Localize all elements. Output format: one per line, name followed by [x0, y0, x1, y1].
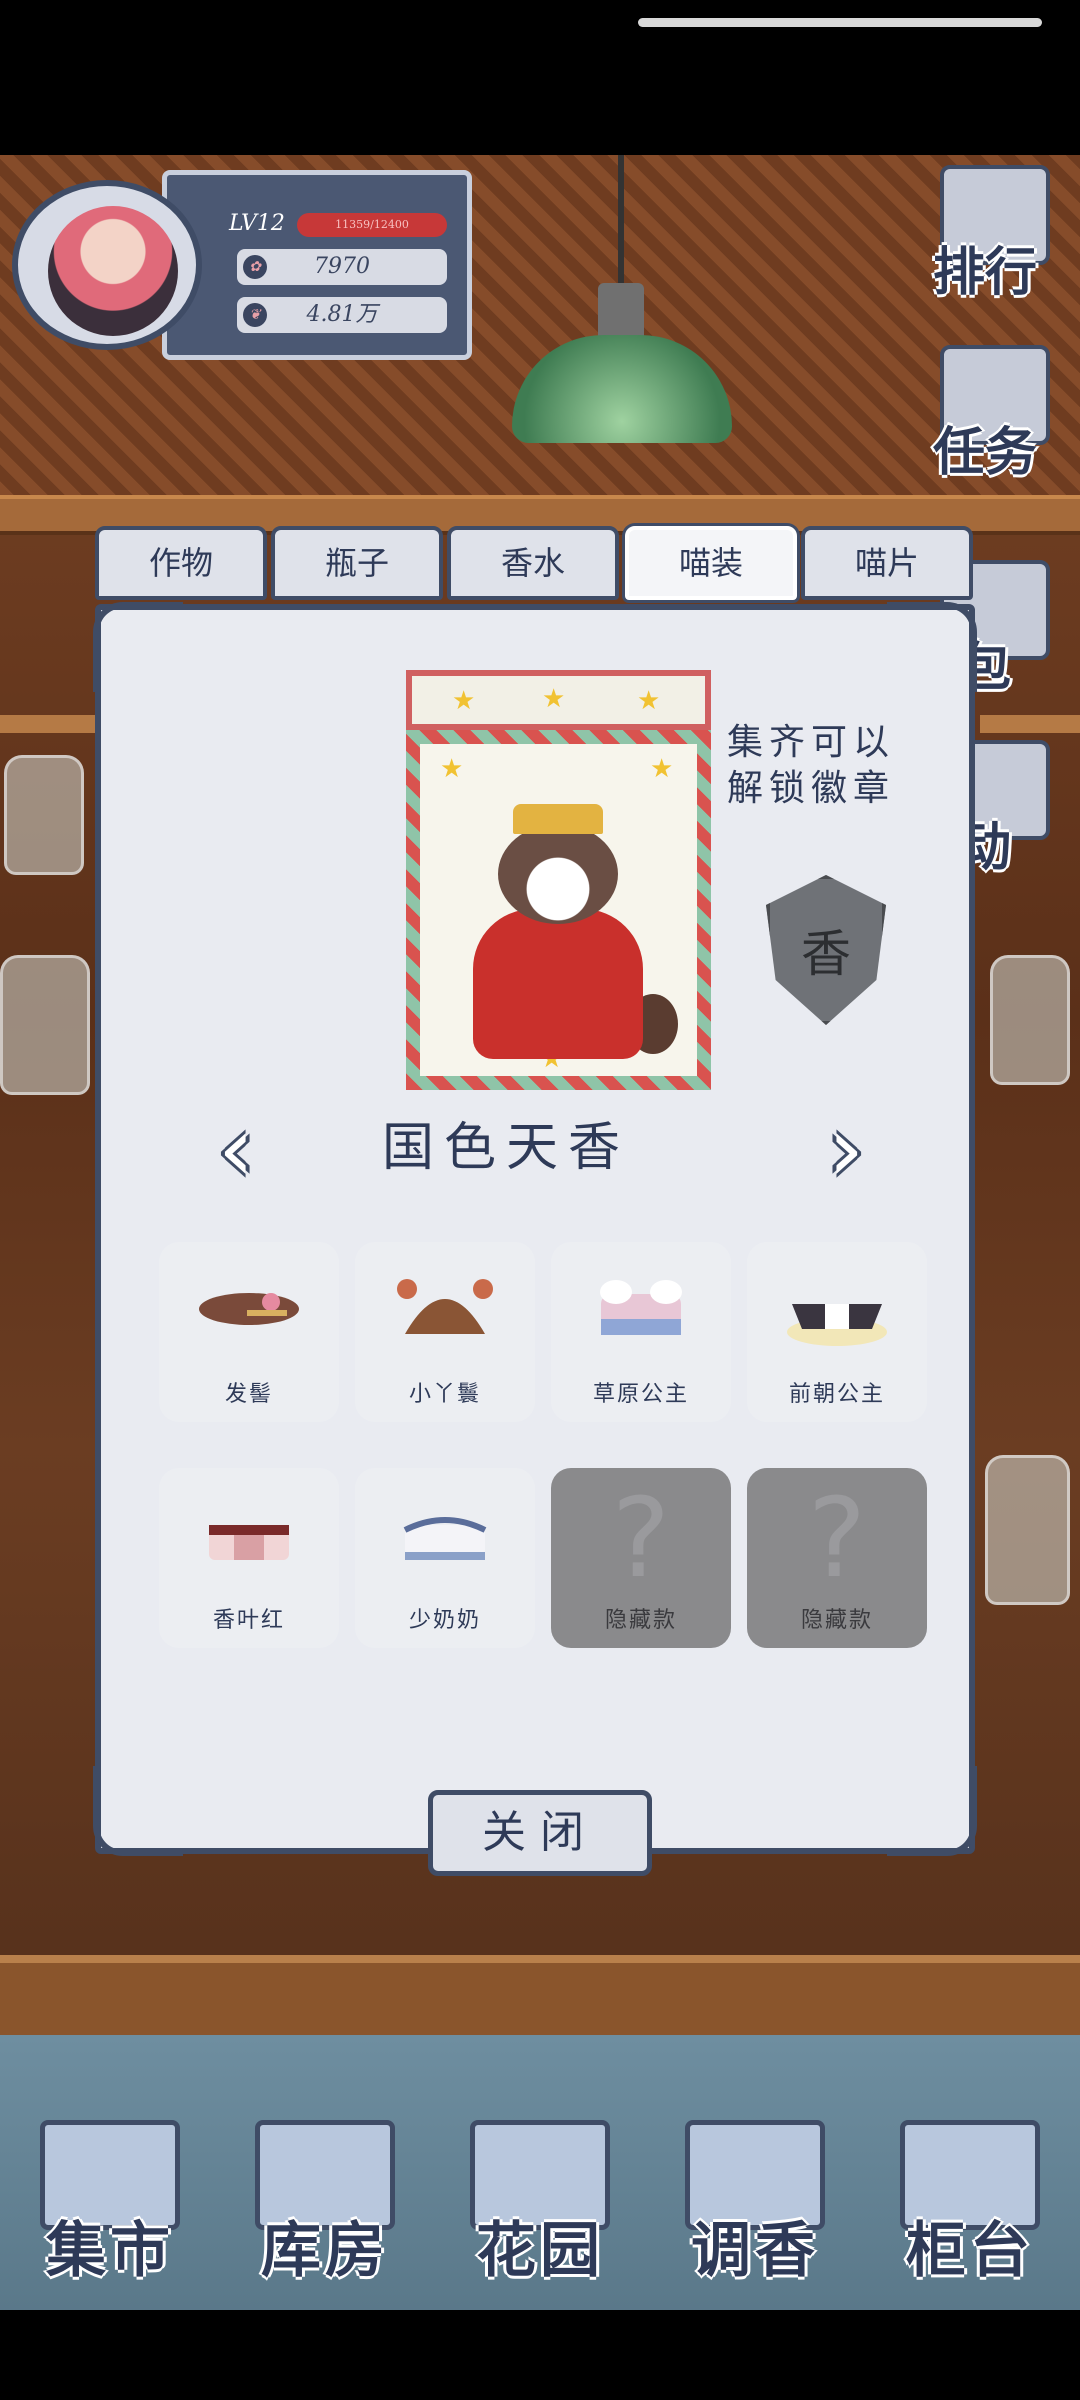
box-front: ★ ★ ★ — [406, 730, 711, 1090]
star-icon: ★ — [452, 686, 476, 716]
hidden-item[interactable]: ? 隐藏款 — [551, 1468, 731, 1648]
jar — [985, 1455, 1070, 1605]
frame-corner — [887, 1766, 977, 1856]
ranking-label: 排行 — [932, 242, 1037, 303]
collection-modal: ★ ★ ★ ★ ★ ★ 集齐可以解锁徽章 香 ‹ 国色天香 › 发髻 小丫鬟 草… — [93, 602, 977, 1856]
money-count: 4.81万 — [306, 302, 378, 327]
nav-label: 库房 — [261, 2216, 389, 2286]
frame-corner — [887, 602, 977, 692]
chevron-right-icon[interactable]: › — [816, 1100, 876, 1200]
money-counter: ❦ 4.81万 — [237, 297, 447, 333]
cat-head — [498, 824, 618, 924]
item-label: 少奶奶 — [408, 1608, 481, 1633]
hair-bun-icon — [199, 1293, 299, 1325]
item-label: 小丫鬟 — [408, 1382, 481, 1407]
set-name: 国色天香 — [381, 1118, 630, 1178]
petal-icon: ✿ — [243, 255, 267, 279]
royal-dress-icon — [787, 1304, 887, 1346]
outfit-item[interactable]: 少奶奶 — [355, 1468, 535, 1648]
lamp-cord — [618, 155, 624, 285]
item-label: 草原公主 — [592, 1382, 689, 1407]
nav-label: 调香 — [691, 2216, 819, 2286]
ranking-button[interactable]: 排行 — [910, 165, 1060, 305]
nav-label: 柜台 — [906, 2216, 1034, 2286]
outfit-gift-box: ★ ★ ★ ★ ★ ★ — [406, 670, 711, 1090]
item-label: 隐藏款 — [604, 1608, 677, 1633]
chevron-left-icon[interactable]: ‹ — [206, 1100, 266, 1200]
nav-counter[interactable]: 柜台 — [885, 2110, 1055, 2286]
hidden-item[interactable]: ? 隐藏款 — [747, 1468, 927, 1648]
system-nav-bar — [0, 2310, 1080, 2400]
tab-cat-outfits[interactable]: 喵装 — [625, 526, 797, 600]
badge-hint: 集齐可以解锁徽章 — [726, 722, 895, 809]
item-label: 隐藏款 — [800, 1608, 873, 1633]
outfit-item[interactable]: 小丫鬟 — [355, 1242, 535, 1422]
grassland-dress-icon — [600, 1280, 682, 1335]
xp-bar: 11359/12400 — [297, 213, 447, 237]
question-icon: ? — [611, 1474, 671, 1602]
status-bar — [0, 0, 1080, 155]
leaf-icon: ❦ — [243, 303, 267, 327]
star-icon: ★ — [440, 754, 464, 784]
avatar — [48, 206, 178, 336]
item-label: 前朝公主 — [788, 1382, 885, 1407]
item-label: 香叶红 — [212, 1608, 285, 1633]
petal-count: 7970 — [314, 254, 370, 279]
gesture-pill — [638, 18, 1042, 27]
nav-perfume[interactable]: 调香 — [670, 2110, 840, 2286]
shield-badge-icon[interactable]: 香 — [766, 875, 886, 1025]
jar — [4, 755, 84, 875]
avatar-frame[interactable] — [12, 180, 202, 350]
outfit-item[interactable]: 前朝公主 — [747, 1242, 927, 1422]
cat-robe — [473, 909, 643, 1059]
outfit-item[interactable]: 发髻 — [159, 1242, 339, 1422]
pigtails-icon — [397, 1279, 493, 1334]
counter-top — [0, 1955, 1080, 2035]
nav-label: 集市 — [46, 2216, 174, 2286]
player-info-card: LV12 11359/12400 ✿ 7970 ❦ 4.81万 — [162, 170, 472, 360]
lady-dress-icon — [403, 1517, 487, 1560]
petal-counter: ✿ 7970 — [237, 249, 447, 285]
nav-warehouse[interactable]: 库房 — [240, 2110, 410, 2286]
nav-market[interactable]: 集市 — [25, 2110, 195, 2286]
jar — [990, 955, 1070, 1085]
outfit-item[interactable]: 香叶红 — [159, 1468, 339, 1648]
task-label: 任务 — [932, 422, 1037, 483]
item-label: 发髻 — [224, 1382, 273, 1407]
cat-illustration — [458, 794, 678, 1064]
shelf — [980, 715, 1080, 733]
tab-perfume[interactable]: 香水 — [447, 526, 619, 600]
player-profile[interactable]: LV12 11359/12400 ✿ 7970 ❦ 4.81万 — [12, 170, 472, 360]
star-icon: ★ — [637, 686, 661, 716]
tab-cat-cards[interactable]: 喵片 — [801, 526, 973, 600]
cat-crown — [513, 804, 603, 834]
collection-tabs: 作物 瓶子 香水 喵装 喵片 — [95, 526, 975, 602]
lamp-cap — [598, 283, 644, 343]
nav-garden[interactable]: 花园 — [455, 2110, 625, 2286]
tab-bottles[interactable]: 瓶子 — [271, 526, 443, 600]
frame-corner — [93, 602, 183, 692]
box-lid: ★ ★ ★ — [406, 670, 711, 730]
tab-crops[interactable]: 作物 — [95, 526, 267, 600]
bottom-nav: 集市 库房 花园 调香 柜台 — [0, 2110, 1080, 2310]
shelf — [0, 715, 100, 733]
frame-corner — [93, 1766, 183, 1856]
outfit-item[interactable]: 草原公主 — [551, 1242, 731, 1422]
star-icon: ★ — [650, 754, 674, 784]
task-button[interactable]: 任务 — [910, 345, 1060, 485]
close-button[interactable]: 关闭 — [428, 1790, 652, 1876]
red-dress-icon — [209, 1525, 289, 1560]
nav-label: 花园 — [476, 2216, 604, 2286]
star-icon: ★ — [542, 684, 566, 714]
player-level: LV12 — [229, 211, 285, 236]
question-icon: ? — [807, 1474, 867, 1602]
jar — [0, 955, 90, 1095]
